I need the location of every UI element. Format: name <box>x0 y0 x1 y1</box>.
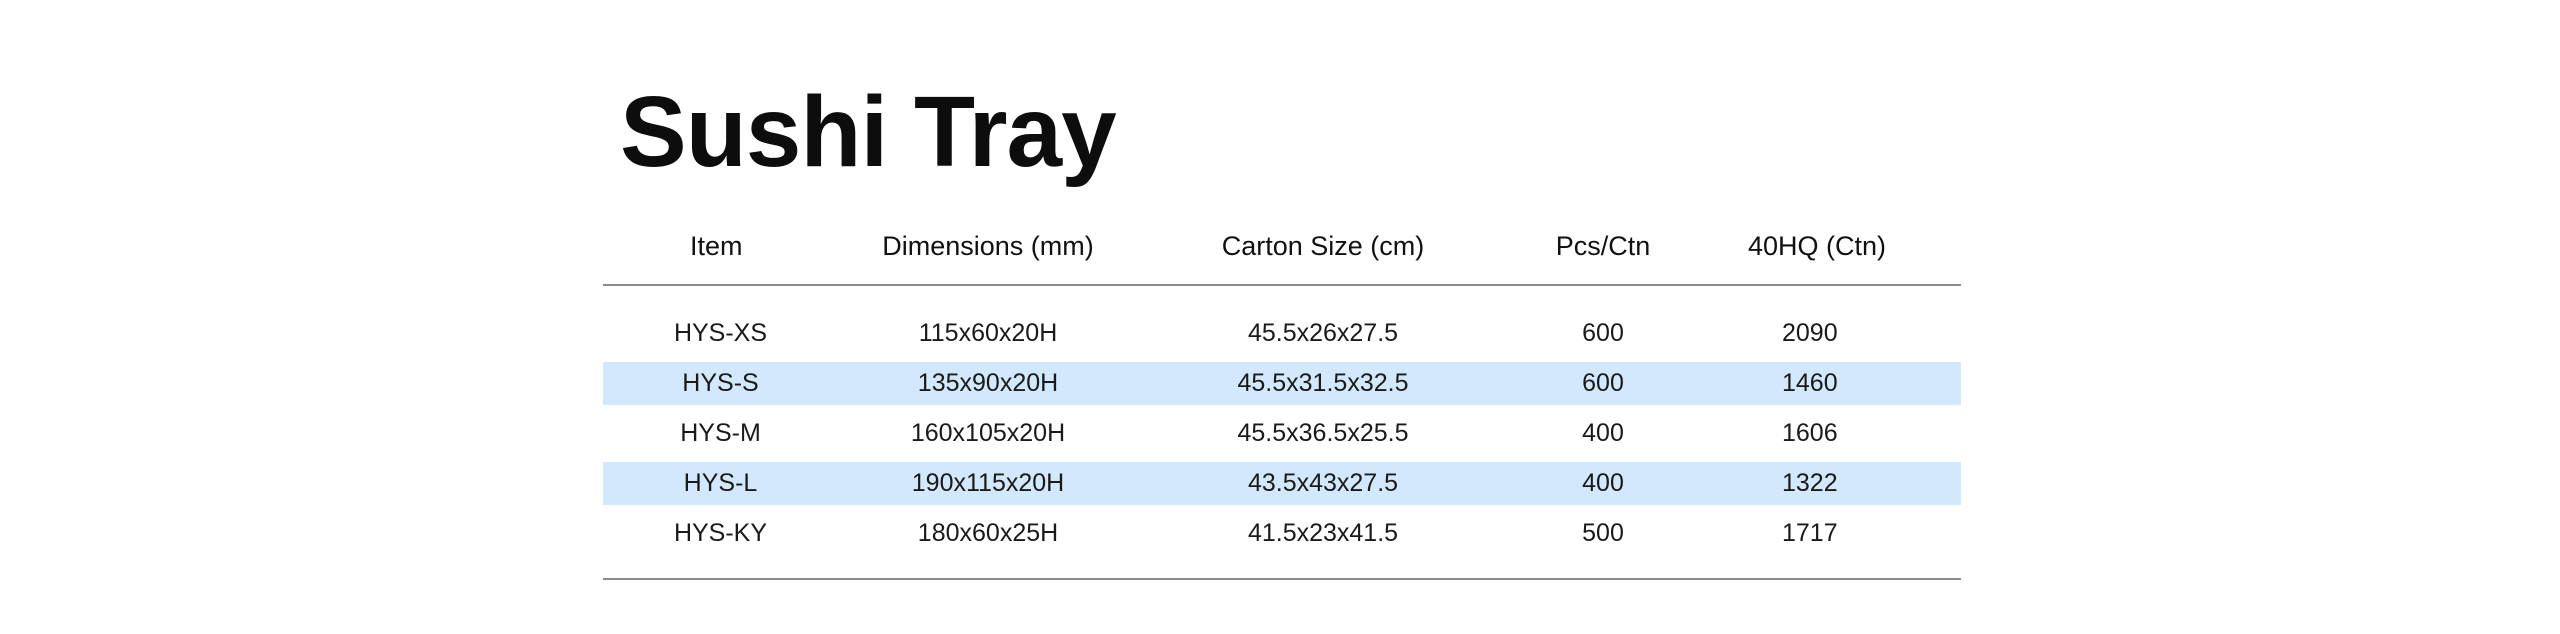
cell-dimensions: 135x90x20H <box>838 355 1138 412</box>
cell-dimensions: 115x60x20H <box>838 305 1138 362</box>
table-row: HYS-S 135x90x20H 45.5x31.5x32.5 600 1460 <box>603 355 1961 412</box>
cell-pcs-per-carton: 400 <box>1508 455 1698 512</box>
cell-carton-size: 45.5x31.5x32.5 <box>1138 355 1508 412</box>
cell-item: HYS-XS <box>603 305 838 362</box>
column-header-item: Item <box>603 208 838 286</box>
table-body: HYS-XS 115x60x20H 45.5x26x27.5 600 2090 … <box>603 285 1961 580</box>
page-title: Sushi Tray <box>620 76 1117 188</box>
cell-40hq: 2090 <box>1698 305 1961 362</box>
cell-40hq: 1460 <box>1698 355 1961 412</box>
table-row: HYS-XS 115x60x20H 45.5x26x27.5 600 2090 <box>603 305 1961 362</box>
column-header-pcs-per-carton: Pcs/Ctn <box>1508 208 1698 286</box>
cell-pcs-per-carton: 600 <box>1508 305 1698 362</box>
table-row: HYS-M 160x105x20H 45.5x36.5x25.5 400 160… <box>603 405 1961 462</box>
cell-40hq: 1322 <box>1698 455 1961 512</box>
cell-40hq: 1606 <box>1698 405 1961 462</box>
cell-dimensions: 190x115x20H <box>838 455 1138 512</box>
column-header-carton-size: Carton Size (cm) <box>1138 208 1508 286</box>
table-row: HYS-L 190x115x20H 43.5x43x27.5 400 1322 <box>603 455 1961 512</box>
cell-dimensions: 180x60x25H <box>838 505 1138 562</box>
cell-carton-size: 43.5x43x27.5 <box>1138 455 1508 512</box>
column-header-dimensions: Dimensions (mm) <box>838 208 1138 286</box>
spec-table: Item Dimensions (mm) Carton Size (cm) Pc… <box>603 208 1961 580</box>
table-row: HYS-KY 180x60x25H 41.5x23x41.5 500 1717 <box>603 505 1961 562</box>
column-header-40hq: 40HQ (Ctn) <box>1698 208 1961 286</box>
cell-item: HYS-S <box>603 355 838 412</box>
table-header: Item Dimensions (mm) Carton Size (cm) Pc… <box>603 208 1961 286</box>
header-spacer <box>603 285 1961 309</box>
cell-item: HYS-KY <box>603 505 838 562</box>
cell-item: HYS-L <box>603 455 838 512</box>
spec-table-container: Item Dimensions (mm) Carton Size (cm) Pc… <box>603 208 1961 580</box>
cell-pcs-per-carton: 400 <box>1508 405 1698 462</box>
cell-pcs-per-carton: 500 <box>1508 505 1698 562</box>
cell-pcs-per-carton: 600 <box>1508 355 1698 412</box>
cell-item: HYS-M <box>603 405 838 462</box>
cell-carton-size: 41.5x23x41.5 <box>1138 505 1508 562</box>
cell-40hq: 1717 <box>1698 505 1961 562</box>
cell-dimensions: 160x105x20H <box>838 405 1138 462</box>
cell-carton-size: 45.5x36.5x25.5 <box>1138 405 1508 462</box>
cell-carton-size: 45.5x26x27.5 <box>1138 305 1508 362</box>
table-bottom-rule <box>603 558 1961 580</box>
header-row: Item Dimensions (mm) Carton Size (cm) Pc… <box>603 208 1961 286</box>
